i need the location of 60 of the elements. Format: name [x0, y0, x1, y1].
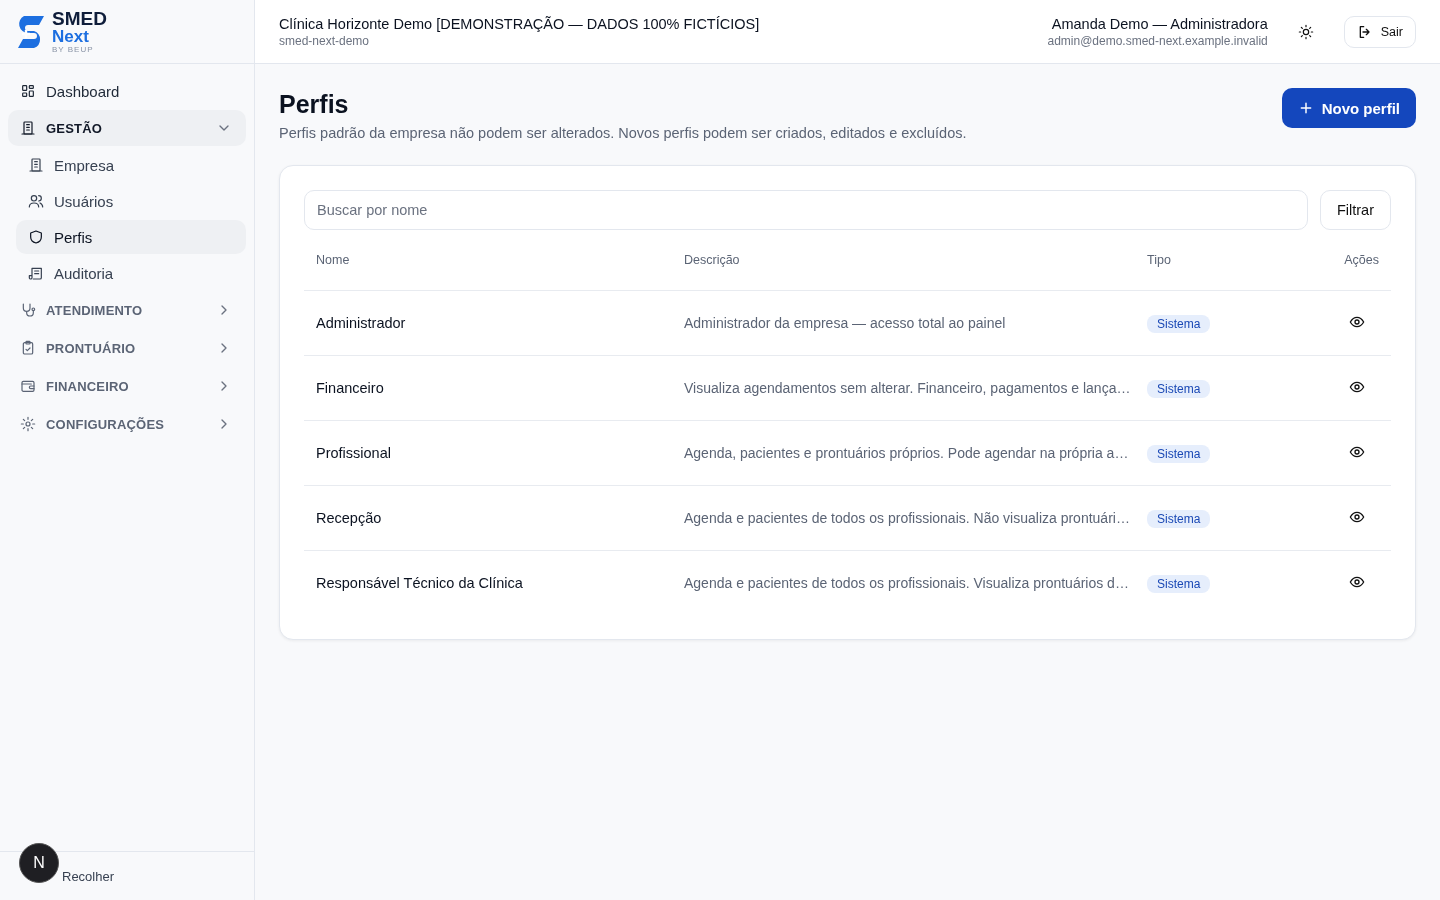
column-header: Descrição: [684, 253, 741, 267]
user-email: admin@demo.smed-next.example.invalid: [1047, 33, 1268, 48]
sidebar-section[interactable]: ATENDIMENTO: [8, 292, 246, 328]
type-badge: Sistema: [1147, 444, 1211, 463]
user-name: Amanda Demo — Administradora: [1051, 15, 1268, 32]
table-cell-text: Visualiza agendamentos sem alterar. Financeiro, pagamentos e lança…: [684, 380, 1132, 396]
users-icon: [28, 193, 44, 209]
sidebar-item[interactable]: Empresa: [16, 148, 246, 182]
table-cell-text: Administrador: [316, 315, 407, 331]
search-field[interactable]: Buscar por nome: [304, 190, 1308, 230]
sidebar-section[interactable]: FINANCEIRO: [8, 368, 246, 404]
table-cell-text: Recepção: [316, 510, 383, 526]
type-badge: Sistema: [1147, 509, 1211, 528]
clinic-slug: smed-next-demo: [279, 33, 371, 48]
type-badge: Sistema: [1147, 379, 1211, 398]
logo-icon: [16, 13, 46, 50]
building-icon: [28, 157, 44, 173]
table-cell-text: Administrador da empresa — acesso total ao painel: [684, 315, 1007, 331]
new-profile-button[interactable]: Novo perfil: [1281, 88, 1416, 128]
type-badge: Sistema: [1147, 574, 1211, 593]
sidebar-item[interactable]: Auditoria: [16, 256, 246, 290]
column-header: Tipo: [1147, 253, 1172, 267]
table-cell-text: Financeiro: [316, 380, 385, 396]
column-header: Nome: [316, 253, 351, 267]
sidebar-section[interactable]: GESTÃO: [8, 110, 246, 146]
wallet-icon: [20, 378, 36, 394]
page-title: Perfis: [279, 90, 350, 119]
brand-product: Next: [52, 28, 90, 45]
building-icon: [20, 120, 36, 136]
stethoscope-icon: [20, 302, 36, 318]
avatar[interactable]: N: [19, 843, 59, 883]
page-subtitle: Perfis padrão da empresa não podem ser alterados. Novos perfis podem ser criados, editados e excluídos.: [279, 125, 968, 141]
collapse-link[interactable]: Recolher: [62, 868, 115, 884]
column-header: Ações: [1343, 253, 1379, 267]
eye-icon: [1349, 314, 1365, 330]
table-cell-text: Agenda, pacientes e prontuários próprios. Pode agendar na própria a…: [684, 445, 1130, 461]
shield-icon: [28, 229, 44, 245]
sidebar-item[interactable]: Usuários: [16, 184, 246, 218]
clipboard-icon: [20, 340, 36, 356]
sun-icon: [1297, 23, 1314, 40]
table-cell-text: Agenda e pacientes de todos os profissionais. Visualiza prontuários d…: [684, 575, 1130, 591]
eye-icon: [1349, 444, 1365, 460]
logout-button[interactable]: Sair: [1343, 15, 1416, 48]
sidebar-item[interactable]: Perfis: [16, 220, 246, 254]
grid-icon: [20, 83, 36, 99]
brand-tagline: BY BEUP: [52, 46, 95, 54]
filter-button[interactable]: Filtrar: [1319, 190, 1391, 230]
scroll-icon: [28, 265, 44, 281]
table-cell-text: Responsável Técnico da Clínica: [316, 575, 524, 591]
eye-icon: [1349, 574, 1365, 590]
table-cell-text: Agenda e pacientes de todos os profissionais. Não visualiza prontuári…: [684, 510, 1131, 526]
sidebar-item[interactable]: Dashboard: [8, 74, 246, 108]
sidebar-section[interactable]: CONFIGURAÇÕES: [8, 406, 246, 442]
eye-icon: [1349, 379, 1365, 395]
eye-icon: [1349, 509, 1365, 525]
brand-name: SMED: [52, 9, 107, 28]
sidebar-section[interactable]: PRONTUÁRIO: [8, 330, 246, 366]
table-cell-text: Profissional: [316, 445, 392, 461]
type-badge: Sistema: [1147, 314, 1211, 333]
clinic-name: Clínica Horizonte Demo [DEMONSTRAÇÃO — DADOS 100% FICTÍCIOS]: [279, 15, 761, 32]
